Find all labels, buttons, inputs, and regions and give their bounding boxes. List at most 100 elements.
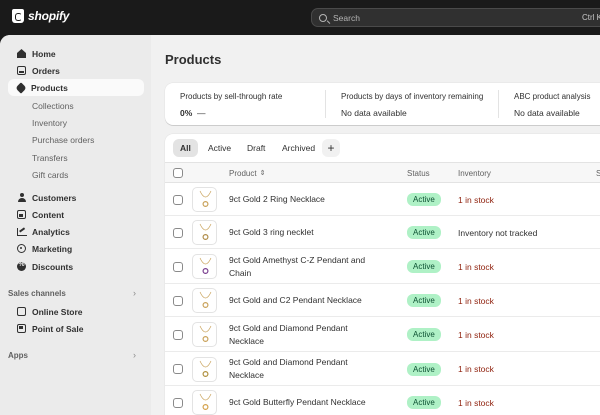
- product-thumbnail[interactable]: [192, 356, 217, 382]
- inventory-value: 1 in stock: [458, 194, 494, 205]
- sidebar-item-home[interactable]: Home: [8, 45, 144, 62]
- row-checkbox[interactable]: [173, 194, 183, 205]
- table-row[interactable]: 9ct Gold 3 ring necklet Active Inventory n…: [165, 216, 600, 249]
- select-all-checkbox[interactable]: [173, 168, 183, 178]
- status-badge: Active: [407, 328, 441, 341]
- product-name[interactable]: 9ct Gold 3 ring necklet: [229, 226, 379, 239]
- metric-value: No data available: [341, 108, 407, 118]
- tab-active[interactable]: Active: [201, 139, 238, 157]
- product-name[interactable]: 9ct Gold Butterfly Pendant Necklace: [229, 396, 379, 409]
- sidebar-subitem-collections[interactable]: Collections: [32, 101, 74, 111]
- inventory-value: 1 in stock: [458, 397, 494, 408]
- sidebar-item-marketing[interactable]: Marketing: [8, 240, 144, 257]
- sidebar-item-online-store[interactable]: Online Store: [8, 303, 144, 320]
- sidebar-item-orders[interactable]: Orders: [8, 62, 144, 79]
- inventory-value: 1 in stock: [458, 295, 494, 306]
- sidebar-item-point-of-sale[interactable]: Point of Sale: [8, 320, 144, 337]
- sort-icon: ⇕: [259, 169, 266, 177]
- table-row[interactable]: 9ct Gold Butterfly Pendant Necklace Activ…: [165, 386, 600, 415]
- sidebar-item-discounts[interactable]: Discounts: [8, 258, 144, 275]
- status-badge: Active: [407, 362, 441, 376]
- product-thumbnail[interactable]: [192, 220, 217, 245]
- column-header-extra[interactable]: S: [596, 169, 600, 178]
- sidebar-subitem-inventory[interactable]: Inventory: [32, 118, 67, 128]
- sidebar-item-customers[interactable]: Customers: [8, 189, 144, 206]
- sidebar-item-label: Analytics: [32, 226, 70, 237]
- table-row[interactable]: 9ct Gold and C2 Pendant Necklace Active 1 …: [165, 284, 600, 317]
- sidebar-subitem-transfers[interactable]: Transfers: [32, 153, 68, 163]
- sales-channels-label: Sales channels: [8, 289, 66, 298]
- app-frame: Home Orders Products Collections Invento…: [0, 35, 600, 415]
- table-row[interactable]: 9ct Gold Amethyst C-Z Pendant and Chain Ac…: [165, 249, 600, 284]
- product-name[interactable]: 9ct Gold and C2 Pendant Necklace: [229, 294, 379, 307]
- person-icon: [17, 193, 26, 202]
- product-thumbnail[interactable]: [192, 187, 217, 212]
- column-header-status[interactable]: Status: [407, 169, 430, 178]
- row-checkbox[interactable]: [173, 364, 183, 374]
- shopify-logo[interactable]: shopify: [12, 9, 69, 23]
- chevron-right-icon[interactable]: ›: [133, 288, 136, 298]
- page-title: Products: [165, 52, 222, 67]
- main-content: Products Products by sell-through rate 0…: [151, 35, 600, 415]
- apps-label: Apps: [8, 351, 28, 360]
- tab-all[interactable]: All: [173, 139, 198, 157]
- metric-divider: [325, 90, 326, 118]
- metric-divider: [498, 90, 499, 118]
- product-name[interactable]: 9ct Gold Amethyst C-Z Pendant and Chain: [229, 254, 379, 280]
- row-checkbox[interactable]: [173, 397, 183, 408]
- sidebar-item-label: Online Store: [32, 306, 83, 317]
- metric-label: Products by days of inventory remaining: [341, 92, 484, 101]
- home-icon: [17, 49, 26, 58]
- product-name[interactable]: 9ct Gold and Diamond Pendant Necklace: [229, 322, 379, 348]
- tab-archived[interactable]: Archived: [275, 139, 322, 157]
- product-thumbnail[interactable]: [192, 322, 217, 347]
- sidebar: Home Orders Products Collections Invento…: [0, 35, 151, 415]
- status-badge: Active: [407, 396, 441, 409]
- top-bar: shopify Search Ctrl K: [0, 0, 600, 35]
- search-icon: [319, 13, 327, 22]
- product-name[interactable]: 9ct Gold and Diamond Pendant Necklace: [229, 356, 379, 382]
- table-row[interactable]: 9ct Gold and Diamond Pendant Necklace Acti…: [165, 317, 600, 352]
- search-input[interactable]: Search Ctrl K: [311, 8, 600, 27]
- sidebar-item-analytics[interactable]: Analytics: [8, 223, 144, 240]
- logo-text: shopify: [28, 9, 70, 23]
- inventory-value: Inventory not tracked: [458, 227, 538, 238]
- chevron-right-icon[interactable]: ›: [133, 350, 136, 360]
- metric-abc-analysis[interactable]: ABC product analysis No data available: [514, 83, 590, 125]
- sidebar-item-label: Point of Sale: [32, 323, 84, 334]
- column-header-inventory[interactable]: Inventory: [458, 169, 491, 178]
- marketing-icon: [17, 244, 26, 253]
- column-header-product[interactable]: Product ⇕: [229, 169, 265, 178]
- table-row[interactable]: 9ct Gold 2 Ring Necklace Active 1 in stock: [165, 183, 600, 216]
- metric-days-inventory[interactable]: Products by days of inventory remaining …: [341, 83, 483, 125]
- products-table-card: All Active Draft Archived + Product ⇕ Sta…: [165, 134, 600, 415]
- status-badge: Active: [407, 226, 441, 239]
- row-checkbox[interactable]: [173, 227, 183, 238]
- row-checkbox[interactable]: [173, 261, 183, 272]
- tag-icon: [15, 81, 27, 94]
- metric-value: 0% —: [180, 108, 206, 118]
- product-name[interactable]: 9ct Gold 2 Ring Necklace: [229, 193, 379, 206]
- sidebar-subitem-gift-cards[interactable]: Gift cards: [32, 170, 68, 180]
- status-badge: Active: [407, 260, 441, 273]
- table-row[interactable]: 9ct Gold and Diamond Pendant Necklace Acti…: [165, 352, 600, 386]
- sidebar-item-products[interactable]: Products: [8, 79, 144, 96]
- metric-label: Products by sell-through rate: [180, 92, 283, 101]
- sidebar-item-label: Content: [32, 209, 65, 220]
- add-view-button[interactable]: +: [322, 139, 340, 157]
- online-store-icon: [17, 307, 26, 316]
- metric-value: No data available: [514, 108, 580, 118]
- product-thumbnail[interactable]: [192, 390, 217, 415]
- metric-sell-through[interactable]: Products by sell-through rate 0% —: [180, 83, 282, 125]
- orders-icon: [17, 66, 26, 75]
- row-checkbox[interactable]: [173, 295, 183, 306]
- tab-draft[interactable]: Draft: [240, 139, 272, 157]
- product-thumbnail[interactable]: [192, 254, 217, 279]
- sidebar-subitem-purchase-orders[interactable]: Purchase orders: [32, 135, 94, 145]
- sidebar-item-label: Customers: [32, 192, 77, 203]
- analytics-bar: Products by sell-through rate 0% — Produ…: [165, 83, 600, 125]
- sidebar-item-content[interactable]: Content: [8, 206, 144, 223]
- inventory-value: 1 in stock: [458, 261, 494, 272]
- row-checkbox[interactable]: [173, 329, 183, 340]
- product-thumbnail[interactable]: [192, 288, 217, 313]
